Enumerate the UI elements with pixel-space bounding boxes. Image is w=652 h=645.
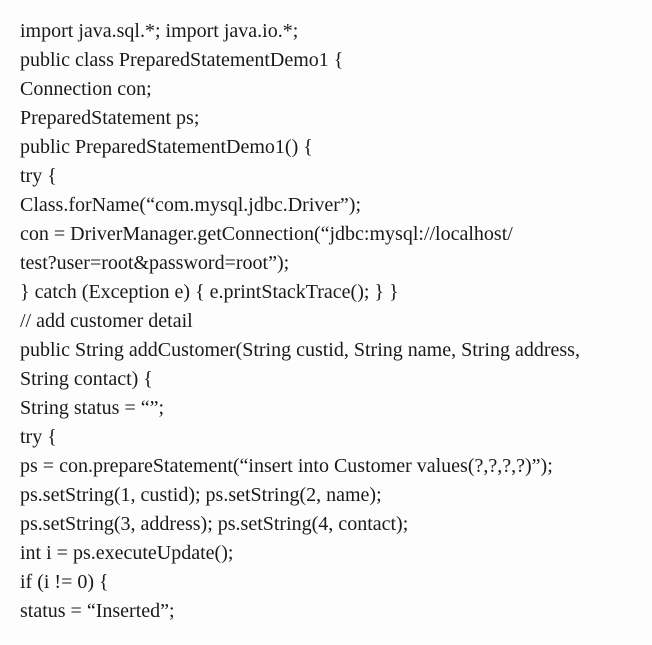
code-line: con = DriverManager.getConnection(“jdbc:… [20, 221, 632, 248]
code-line: Class.forName(“com.mysql.jdbc.Driver”); [20, 192, 632, 219]
code-line: try { [20, 424, 632, 451]
code-line: String contact) { [20, 366, 632, 393]
code-line: ps = con.prepareStatement(“insert into C… [20, 453, 632, 480]
code-line: public class PreparedStatementDemo1 { [20, 47, 632, 74]
code-line: import java.sql.*; import java.io.*; [20, 18, 632, 45]
code-line: // add customer detail [20, 308, 632, 335]
code-line: public String addCustomer(String custid,… [20, 337, 632, 364]
code-line: ps.setString(3, address); ps.setString(4… [20, 511, 632, 538]
code-line: status = “Inserted”; [20, 598, 632, 625]
code-line: String status = “”; [20, 395, 632, 422]
code-line: public PreparedStatementDemo1() { [20, 134, 632, 161]
code-line: PreparedStatement ps; [20, 105, 632, 132]
code-line: Connection con; [20, 76, 632, 103]
code-block: import java.sql.*; import java.io.*; pub… [20, 18, 632, 625]
code-line: } catch (Exception e) { e.printStackTrac… [20, 279, 632, 306]
code-line: if (i != 0) { [20, 569, 632, 596]
code-line: ps.setString(1, custid); ps.setString(2,… [20, 482, 632, 509]
code-line: try { [20, 163, 632, 190]
code-line: int i = ps.executeUpdate(); [20, 540, 632, 567]
code-line: test?user=root&password=root”); [20, 250, 632, 277]
